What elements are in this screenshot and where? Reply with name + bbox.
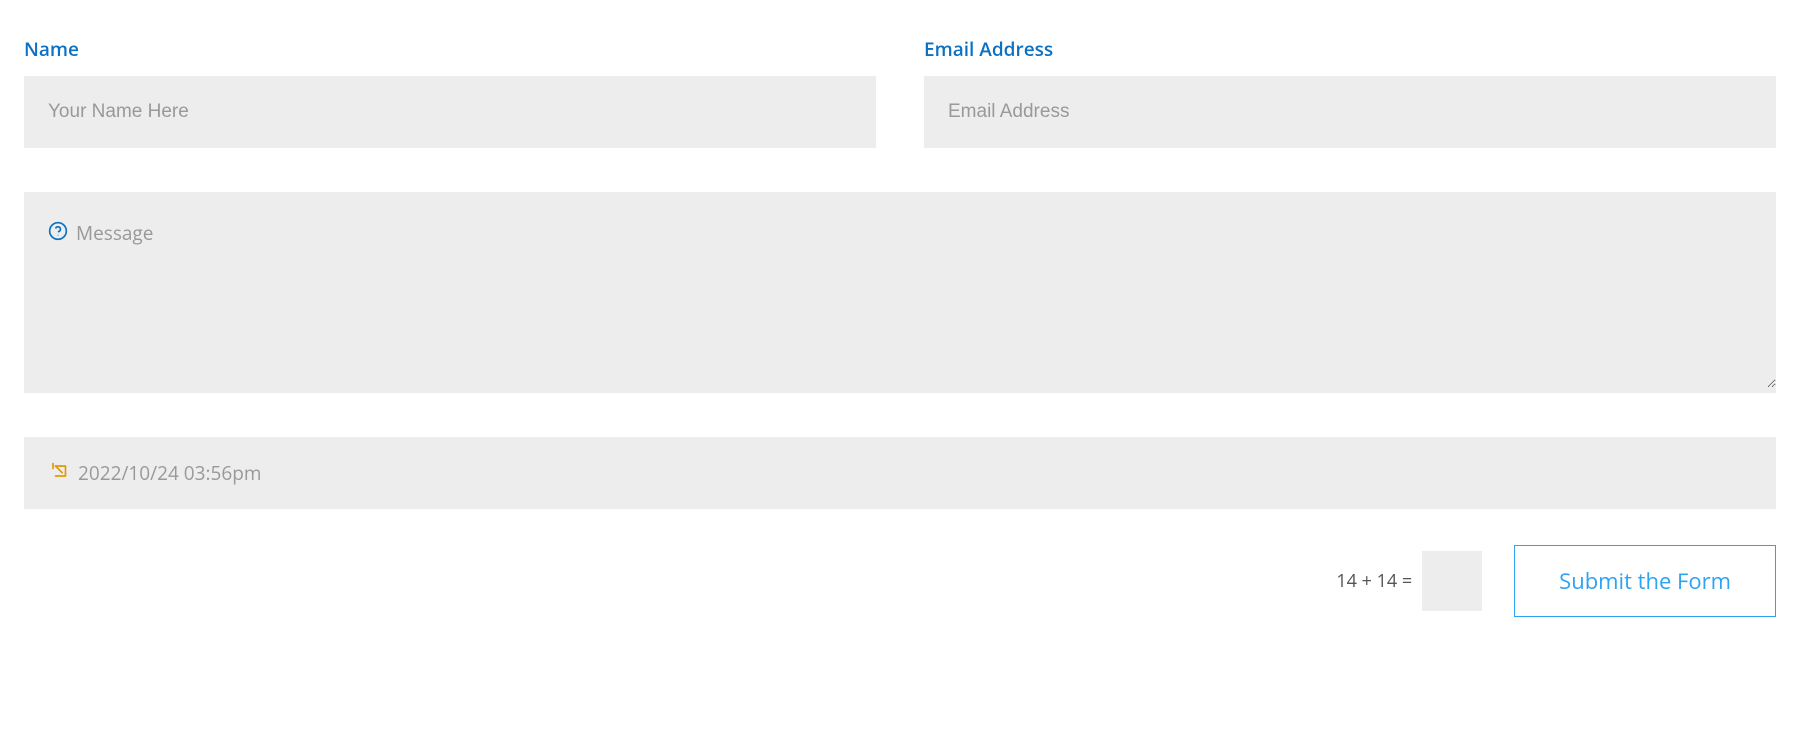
captcha-input[interactable] <box>1422 551 1482 611</box>
message-wrap: Message <box>24 192 1776 393</box>
name-label: Name <box>24 36 876 62</box>
datetime-input[interactable]: 2022/10/24 03:56pm <box>24 437 1776 509</box>
name-email-row: Name Email Address <box>24 36 1776 148</box>
datetime-icon <box>48 461 78 486</box>
email-input[interactable] <box>924 76 1776 148</box>
captcha-question: 14 + 14 = <box>1336 569 1412 593</box>
submit-button[interactable]: Submit the Form <box>1514 545 1776 617</box>
datetime-value: 2022/10/24 03:56pm <box>78 460 261 486</box>
email-field-col: Email Address <box>924 36 1776 148</box>
message-input[interactable] <box>24 192 1776 388</box>
email-label: Email Address <box>924 36 1776 62</box>
name-field-col: Name <box>24 36 876 148</box>
name-input[interactable] <box>24 76 876 148</box>
captcha-group: 14 + 14 = <box>1336 551 1482 611</box>
footer-row: 14 + 14 = Submit the Form <box>24 545 1776 617</box>
